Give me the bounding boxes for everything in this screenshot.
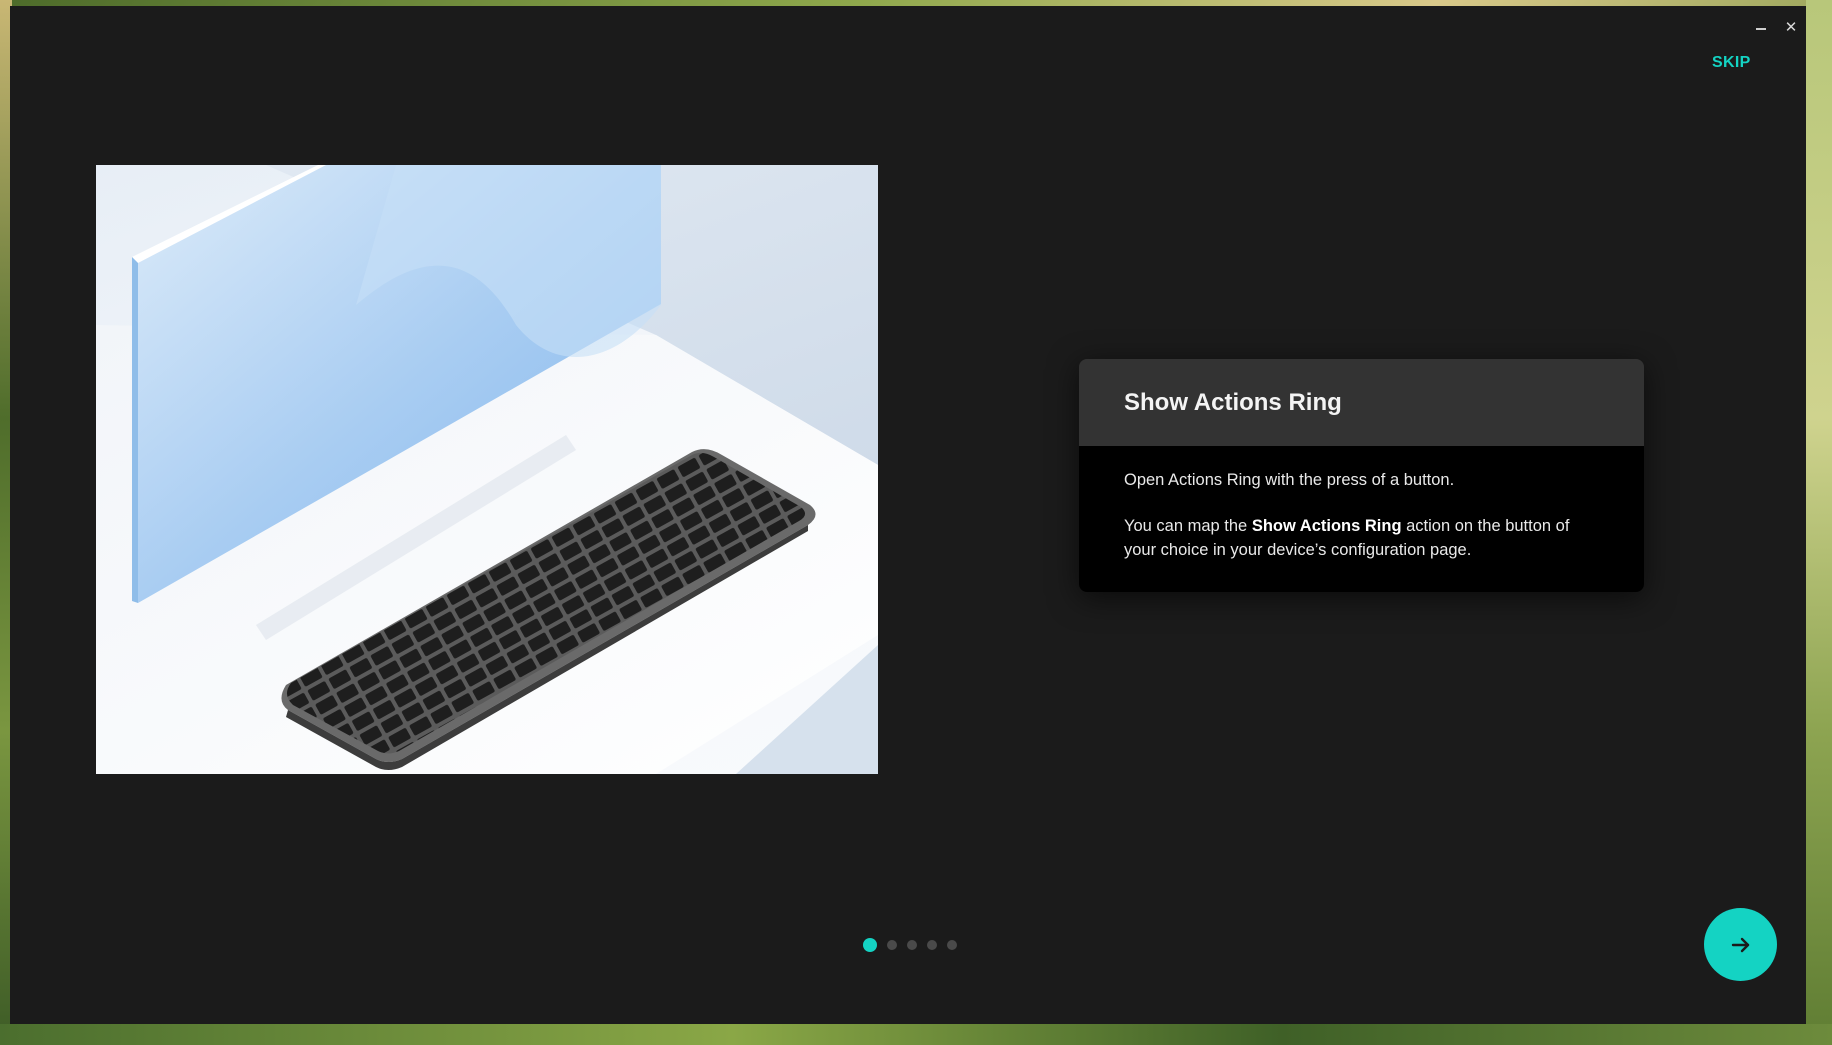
desktop-wallpaper-right	[1806, 0, 1832, 1045]
card-body: Open Actions Ring with the press of a bu…	[1079, 446, 1644, 592]
page-dot-5[interactable]	[947, 940, 957, 950]
desktop-wallpaper-bottom	[0, 1024, 1832, 1045]
close-button[interactable]: ✕	[1780, 16, 1802, 38]
card-instructions: You can map the Show Actions Ring action…	[1124, 514, 1599, 562]
card-title: Show Actions Ring	[1124, 388, 1342, 416]
keyboard-monitor-illustration	[96, 165, 878, 774]
page-dot-1[interactable]	[863, 938, 877, 952]
card-header: Show Actions Ring	[1079, 359, 1644, 446]
card-instructions-prefix: You can map the	[1124, 517, 1252, 535]
next-button[interactable]	[1704, 908, 1777, 981]
minimize-icon	[1756, 28, 1766, 30]
page-dot-4[interactable]	[927, 940, 937, 950]
skip-button[interactable]: SKIP	[1712, 54, 1751, 72]
minimize-button[interactable]	[1750, 16, 1772, 38]
feature-card: Show Actions Ring Open Actions Ring with…	[1079, 359, 1644, 592]
arrow-right-icon	[1731, 937, 1749, 952]
close-icon: ✕	[1784, 19, 1798, 36]
pagination-dots	[863, 938, 957, 952]
card-instructions-action: Show Actions Ring	[1251, 517, 1402, 535]
monitor-edge	[132, 257, 138, 603]
page-dot-3[interactable]	[907, 940, 917, 950]
page-dot-2[interactable]	[887, 940, 897, 950]
illustration-graphic	[96, 165, 878, 774]
card-description: Open Actions Ring with the press of a bu…	[1124, 471, 1455, 489]
onboarding-window: ✕ SKIP Show Actions Ring Open Actions Ri…	[10, 6, 1806, 1024]
